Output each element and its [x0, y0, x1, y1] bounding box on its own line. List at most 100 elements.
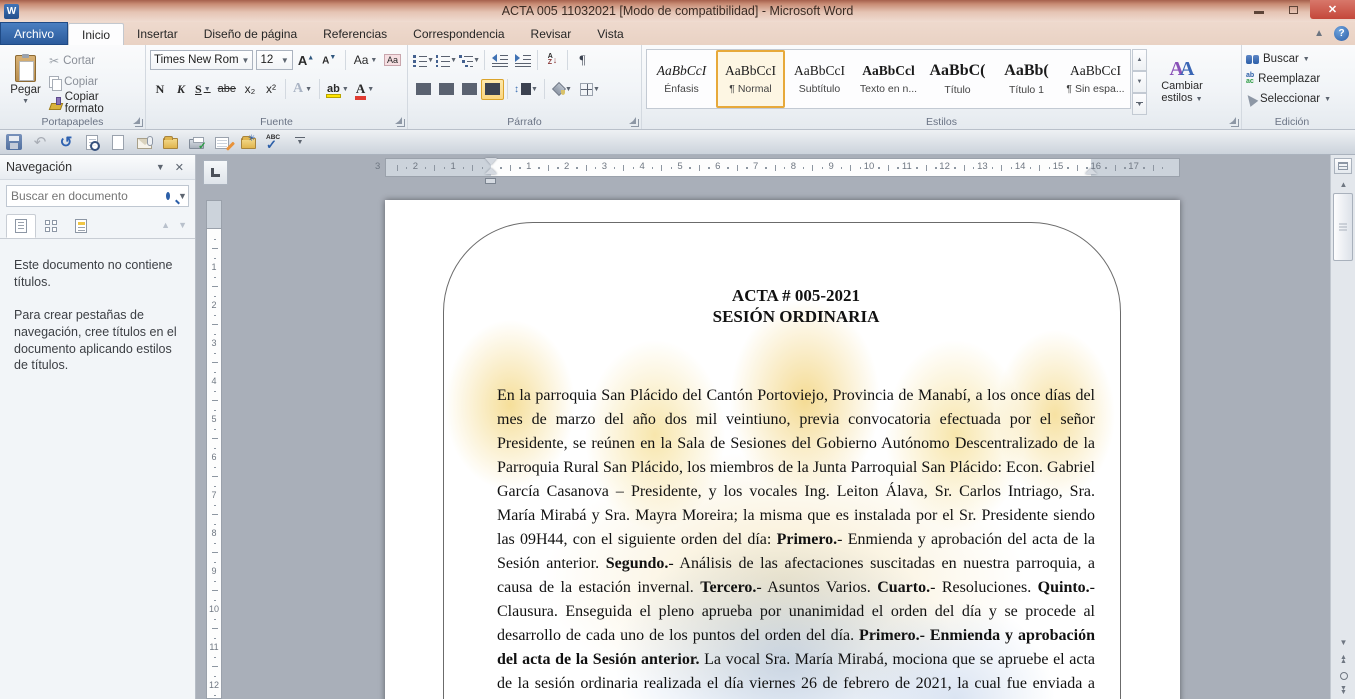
hanging-indent-marker[interactable]	[485, 168, 497, 174]
find-button[interactable]: Buscar▼	[1246, 50, 1338, 68]
font-family-combo[interactable]: Times New Rom▼	[150, 50, 253, 70]
bold-button[interactable]: N	[150, 79, 170, 100]
document-page[interactable]: ACTA # 005-2021 SESIÓN ORDINARIA En la p…	[385, 200, 1180, 699]
minimize-ribbon-icon[interactable]: ▲	[1314, 28, 1324, 39]
tab-insertar[interactable]: Insertar	[124, 23, 191, 45]
search-icon[interactable]	[166, 192, 170, 200]
quick-print-button[interactable]	[186, 132, 206, 152]
new-document-button[interactable]	[108, 132, 128, 152]
open-folder-button[interactable]	[160, 132, 180, 152]
align-right-button[interactable]	[458, 79, 481, 100]
more-commands-button[interactable]: ▼	[290, 132, 310, 152]
paragraph-dialog-launcher[interactable]	[631, 119, 639, 127]
navigation-pane-menu-icon[interactable]: ▼	[151, 162, 170, 172]
close-button[interactable]: ✕	[1310, 0, 1355, 19]
spelling-grammar-button[interactable]: ABC	[264, 132, 284, 152]
tab-vista[interactable]: Vista	[584, 23, 636, 45]
edit-table-button[interactable]	[212, 132, 232, 152]
previous-page-button[interactable]: ▲▲	[1331, 652, 1355, 668]
align-center-button[interactable]	[435, 79, 458, 100]
styles-more-button[interactable]: ▼	[1132, 93, 1147, 115]
first-line-indent-marker[interactable]	[485, 158, 497, 165]
style--normal[interactable]: AaBbCcI¶ Normal	[716, 50, 785, 108]
numbering-button[interactable]: ▼	[435, 50, 458, 71]
font-dialog-launcher[interactable]	[397, 119, 405, 127]
next-page-button[interactable]: ▼▼	[1331, 683, 1355, 699]
tab-diseño-de-página[interactable]: Diseño de página	[191, 23, 310, 45]
sort-button[interactable]: AZ↓	[541, 50, 564, 71]
change-case-button[interactable]: Aa▼	[352, 50, 379, 71]
navigation-pane-close-icon[interactable]: ✕	[170, 161, 189, 174]
search-options-icon[interactable]: ▼	[172, 191, 187, 201]
paste-button[interactable]: Pegar ▼	[4, 48, 47, 112]
style-énfasis[interactable]: AaBbCcIÉnfasis	[647, 50, 716, 108]
select-button[interactable]: Seleccionar▼	[1246, 90, 1338, 108]
superscript-button[interactable]: x²	[261, 79, 281, 100]
tab-inicio[interactable]: Inicio	[68, 23, 124, 45]
tab-referencias[interactable]: Referencias	[310, 23, 400, 45]
mail-attachment-button[interactable]	[134, 132, 154, 152]
subscript-button[interactable]: x₂	[240, 79, 260, 100]
styles-scroll-down-button[interactable]: ▼	[1132, 71, 1147, 93]
browse-headings-tab[interactable]	[6, 214, 36, 238]
italic-button[interactable]: K	[171, 79, 191, 100]
shading-button[interactable]: ▼	[548, 79, 576, 100]
grow-font-button[interactable]: A▲	[296, 50, 316, 71]
line-spacing-button[interactable]: ↕▼	[511, 79, 541, 100]
left-indent-marker[interactable]	[485, 178, 496, 184]
styles-dialog-launcher[interactable]	[1231, 119, 1239, 127]
highlight-button[interactable]: ab▼	[324, 79, 352, 100]
maximize-button[interactable]	[1276, 0, 1310, 19]
print-preview-button[interactable]	[82, 132, 102, 152]
copy-button[interactable]: Copiar	[47, 73, 141, 91]
tab-archivo[interactable]: Archivo	[0, 22, 68, 45]
underline-button[interactable]: S▼	[192, 79, 214, 100]
style-título-1[interactable]: AaBb(Título 1	[992, 50, 1061, 108]
bullets-button[interactable]: ▼	[412, 50, 435, 71]
style--sin-espa-[interactable]: AaBbCcI¶ Sin espa...	[1061, 50, 1130, 108]
format-painter-button[interactable]: Copiar formato	[47, 94, 141, 112]
new-folder-button[interactable]	[238, 132, 258, 152]
undo-button[interactable]: ↶	[30, 132, 50, 152]
strikethrough-button[interactable]: abe	[215, 79, 239, 100]
save-button[interactable]	[4, 132, 24, 152]
clipboard-dialog-launcher[interactable]	[135, 119, 143, 127]
justify-button[interactable]	[481, 79, 504, 100]
horizontal-ruler[interactable]: 3211234567891011121314151617	[385, 158, 1180, 177]
select-browse-object-button[interactable]	[1331, 668, 1355, 684]
align-left-button[interactable]	[412, 79, 435, 100]
document-search-box[interactable]: ▼	[6, 185, 189, 207]
clear-formatting-button[interactable]: Aa	[382, 50, 403, 71]
browse-results-tab[interactable]	[66, 214, 96, 238]
scroll-down-arrow[interactable]: ▼	[1331, 635, 1355, 650]
next-result-icon[interactable]: ▼	[178, 220, 187, 230]
font-color-button[interactable]: A▼	[353, 79, 377, 100]
decrease-indent-button[interactable]	[488, 50, 511, 71]
toggle-ruler-button[interactable]	[1334, 158, 1352, 174]
change-styles-button[interactable]: AA Cambiarestilos ▼	[1149, 50, 1215, 115]
style-título[interactable]: AaBbC(Título	[923, 50, 992, 108]
previous-result-icon[interactable]: ▲	[161, 220, 170, 230]
text-effects-button[interactable]: A▼	[290, 79, 315, 100]
help-icon[interactable]: ?	[1334, 26, 1349, 41]
minimize-button[interactable]	[1242, 0, 1276, 19]
tab-stop-selector[interactable]	[203, 160, 228, 185]
replace-button[interactable]: abacReemplazar	[1246, 70, 1338, 88]
style-texto-en-n-[interactable]: AaBbCclTexto en n...	[854, 50, 923, 108]
tab-correspondencia[interactable]: Correspondencia	[400, 23, 517, 45]
borders-button[interactable]: ▼	[576, 79, 604, 100]
browse-pages-tab[interactable]	[36, 214, 66, 238]
scrollbar-thumb[interactable]	[1333, 193, 1353, 261]
search-input[interactable]	[11, 189, 166, 203]
show-marks-button[interactable]: ¶	[571, 50, 594, 71]
scroll-up-arrow[interactable]: ▲	[1331, 177, 1355, 192]
font-size-combo[interactable]: 12▼	[256, 50, 292, 70]
cut-button[interactable]: ✂Cortar	[47, 52, 141, 70]
styles-scroll-up-button[interactable]: ▲	[1132, 49, 1147, 71]
redo-button[interactable]: ↺	[56, 132, 76, 152]
shrink-font-button[interactable]: A▼	[319, 50, 339, 71]
increase-indent-button[interactable]	[511, 50, 534, 71]
multilevel-list-button[interactable]: ▼	[458, 50, 481, 71]
vertical-ruler[interactable]: 123456789101112	[206, 200, 222, 699]
style-subtítulo[interactable]: AaBbCcISubtítulo	[785, 50, 854, 108]
